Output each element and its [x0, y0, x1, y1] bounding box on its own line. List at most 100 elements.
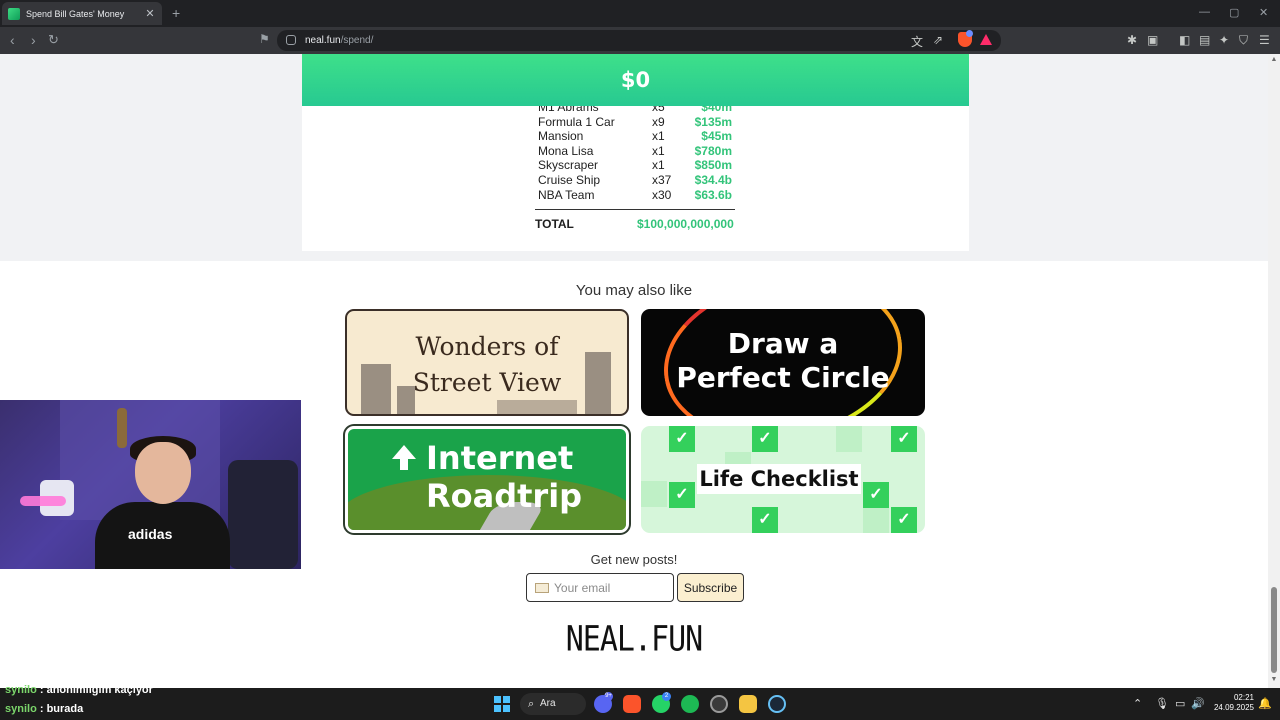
- email-field[interactable]: [526, 573, 674, 602]
- card-title: Draw a Perfect Circle: [676, 327, 890, 394]
- vpn-icon[interactable]: ⛉: [1239, 33, 1248, 48]
- item-quantity: x37: [652, 172, 672, 187]
- card-life-checklist[interactable]: ✓ ✓ ✓ ✓ ✓ ✓ ✓ Life Checklist: [641, 426, 925, 533]
- led-light-image: [20, 496, 66, 506]
- subscribe-button[interactable]: Subscribe: [677, 573, 744, 602]
- tab-search-icon[interactable]: ▣: [1147, 33, 1158, 47]
- item-name: Mansion: [538, 129, 584, 144]
- browser-tab[interactable]: Spend Bill Gates' Money ✕: [2, 2, 162, 25]
- grid-cell: [863, 507, 889, 533]
- receipt-divider: [535, 209, 735, 210]
- site-info-icon[interactable]: [286, 35, 296, 45]
- microphone-icon[interactable]: 🎙: [1155, 697, 1169, 710]
- item-quantity: x1: [652, 143, 665, 158]
- receipt-row: Mansion x1 $45m: [538, 129, 738, 144]
- volume-icon[interactable]: 🔊: [1191, 697, 1205, 710]
- whatsapp-badge: 2: [662, 692, 671, 701]
- new-tab-icon[interactable]: +: [172, 5, 180, 21]
- total-value: $100,000,000,000: [637, 217, 734, 231]
- back-icon[interactable]: ‹: [10, 32, 15, 48]
- search-icon: ⌕: [528, 698, 535, 710]
- chat-message: synilo : anonimliğim kaçıyor: [5, 684, 153, 696]
- reload-icon[interactable]: ↻: [48, 32, 59, 48]
- card-draw-a-perfect-circle[interactable]: Draw a Perfect Circle: [641, 309, 925, 416]
- search-label: Ara: [540, 698, 556, 709]
- card-title: Internet Roadtrip: [426, 439, 583, 515]
- maximize-icon[interactable]: ▢: [1229, 6, 1239, 19]
- scroll-up-icon[interactable]: ▲: [1270, 56, 1278, 63]
- remaining-balance: $0: [620, 68, 651, 92]
- item-quantity: x30: [652, 187, 672, 202]
- network-icon[interactable]: ▭: [1175, 697, 1185, 710]
- item-name: Mona Lisa: [538, 143, 594, 158]
- menu-icon[interactable]: ☰: [1259, 33, 1270, 47]
- gaming-chair-image: [228, 460, 298, 569]
- tray-overflow-icon[interactable]: ⌃: [1133, 697, 1142, 710]
- tab-title: Spend Bill Gates' Money: [26, 8, 125, 19]
- item-price: $850m: [694, 158, 732, 173]
- item-price: $135m: [694, 114, 732, 129]
- grid-cell: [641, 481, 667, 507]
- receipt-items: M1 Abrams x5 $40m Formula 1 Car x9 $135m Mansi…: [538, 100, 738, 202]
- share-icon[interactable]: ⇗: [933, 33, 943, 47]
- receipt-row: Skyscraper x1 $850m: [538, 158, 738, 173]
- sidebar-icon[interactable]: ◧: [1179, 33, 1190, 47]
- url-text[interactable]: neal.fun/spend/: [305, 35, 373, 46]
- item-price: $780m: [694, 143, 732, 158]
- check-icon: ✓: [669, 482, 695, 508]
- start-icon[interactable]: [494, 696, 510, 712]
- check-icon: ✓: [752, 507, 778, 533]
- webcam-overlay: adidas: [0, 400, 301, 569]
- system-clock[interactable]: 02:21 24.09.2025: [1208, 693, 1254, 713]
- item-quantity: x1: [652, 158, 665, 173]
- item-price: $63.6b: [694, 187, 732, 202]
- translate-icon[interactable]: 文: [911, 33, 923, 50]
- receipt-row: Formula 1 Car x9 $135m: [538, 115, 738, 130]
- forward-icon[interactable]: ›: [31, 32, 36, 48]
- street-illustration: [497, 400, 577, 414]
- grid-cell: [836, 426, 862, 452]
- spotify-icon[interactable]: [681, 695, 699, 713]
- total-label: TOTAL: [535, 217, 574, 231]
- check-icon: ✓: [891, 507, 917, 533]
- address-bar[interactable]: neal.fun/spend/ 文 ⇗: [277, 30, 1001, 51]
- steam-icon[interactable]: [768, 695, 786, 713]
- site-logo[interactable]: NEAL.FUN: [0, 619, 1268, 659]
- obs-icon[interactable]: [710, 695, 728, 713]
- receipt-row: NBA Team x30 $63.6b: [538, 188, 738, 203]
- window-close-icon[interactable]: ✕: [1259, 6, 1268, 19]
- discord-badge: 9+: [604, 692, 613, 701]
- item-name: Skyscraper: [538, 158, 599, 173]
- streamer-face: [135, 442, 191, 504]
- scrollbar[interactable]: ▲ ▼: [1268, 54, 1280, 688]
- tab-close-icon[interactable]: ✕: [144, 7, 156, 20]
- notification-icon[interactable]: 🔔: [1258, 697, 1272, 710]
- check-icon: ✓: [891, 426, 917, 452]
- card-wonders-of-street-view[interactable]: Wonders of Street View: [345, 309, 629, 416]
- minimize-icon[interactable]: —: [1199, 6, 1210, 18]
- item-quantity: x1: [652, 129, 665, 144]
- money-bar: $0: [302, 54, 969, 106]
- page-viewport: $0 M1 Abrams x5 $40m Formula 1 Car x9 $135m Ma…: [0, 54, 1268, 688]
- extensions-icon[interactable]: ✱: [1127, 33, 1137, 47]
- windows-taskbar: synilo : anonimliğim kaçıyor synilo : bu…: [0, 684, 1280, 720]
- scrollbar-thumb[interactable]: [1271, 587, 1277, 673]
- leo-ai-icon[interactable]: ✦: [1219, 33, 1229, 47]
- site-favicon-icon: [8, 7, 20, 20]
- envelope-icon: [535, 583, 549, 593]
- card-title: Life Checklist: [697, 464, 861, 494]
- check-icon: ✓: [863, 482, 889, 508]
- email-input[interactable]: [554, 579, 668, 597]
- bookmark-icon[interactable]: ⚑: [259, 32, 270, 46]
- up-arrow-icon: [392, 445, 416, 459]
- wallet-icon[interactable]: ▤: [1199, 33, 1210, 47]
- taskbar-search[interactable]: ⌕ Ara: [520, 693, 586, 715]
- brave-rewards-icon[interactable]: [980, 34, 992, 45]
- check-icon: ✓: [669, 426, 695, 452]
- brave-browser-icon[interactable]: [623, 695, 641, 713]
- scroll-down-icon[interactable]: ▼: [1270, 676, 1278, 683]
- shirt-logo: adidas: [128, 526, 173, 542]
- file-explorer-icon[interactable]: [739, 695, 757, 713]
- card-internet-roadtrip[interactable]: Internet Roadtrip: [345, 426, 629, 533]
- toolbar: ‹ › ↻ ⚑ neal.fun/spend/ 文 ⇗ ✱ ▣ ◧ ▤ ✦ ⛉ …: [0, 27, 1280, 54]
